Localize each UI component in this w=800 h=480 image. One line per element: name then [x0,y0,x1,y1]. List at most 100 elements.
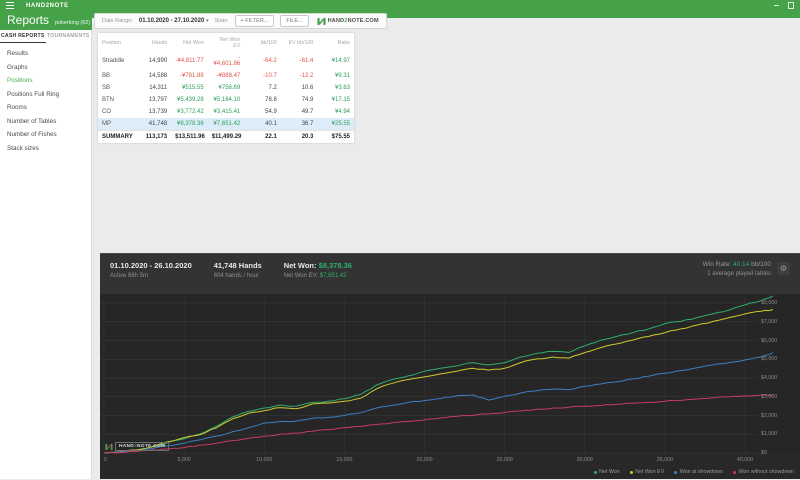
stats-label: Stats: [214,18,229,24]
table-row-summary[interactable]: SUMMARY 113,173 $13,511.96 $11,499.29 22.1 20… [98,130,354,143]
cell-summary-position: SUMMARY [98,130,135,143]
cell-btn-rake: ¥17.15 [331,97,350,103]
cell-sb-position: SB [102,85,111,91]
cell-mp-ev-bb-100: 36.7 [301,121,314,127]
filter-button[interactable]: + FILTER... [234,15,275,27]
positions-table-card: Position Hands Net Won Net Won EV bb/100 EV b… [98,33,354,143]
col-header-ev-bb-100[interactable]: EV bb/100 [281,33,318,52]
sidebar-item-number-of-tables[interactable]: Number of Tables [0,115,91,129]
y-tick-label: $1,000 [761,431,778,438]
table-row-btn[interactable]: BTN 13,797 ¥5,439.28 ¥5,164.10 78.8 74.9 ¥17.1… [98,94,354,106]
cell-straddle-net-won-ev: -¥4,601.86 [213,55,241,67]
net-won-ev-label: Net Won EV: [283,273,319,279]
table-row-straddle[interactable]: Straddle 14,990 -¥4,811.77 -¥4,601.86 -64.2 -… [98,52,354,70]
x-tick-label: 35,000 [656,457,673,463]
graph-date-range: 01.10.2020 - 26.10.2020 [110,261,192,270]
graph-date-block: 01.10.2020 - 26.10.2020 Active 66h 5m [110,261,192,294]
cell-sb-net-won: ¥515.55 [181,85,204,91]
cell-straddle-position: Straddle [102,58,125,64]
file-button[interactable]: FILE... [280,15,309,27]
x-tick-label: 10,000 [256,457,273,463]
hand2note-logo-icon [105,443,113,450]
y-tick-label: $0 [761,450,767,456]
table-row-bb[interactable]: BB 14,588 -¥781.88 -¥888.47 -10.7 -12.2 ¥9.31 [98,70,354,82]
col-header-position[interactable]: Position [98,33,135,52]
table-row-mp[interactable]: MP 41,748 ¥8,378.36 ¥7,651.42 40.1 36.7 ¥25.55 [98,118,354,131]
cell-sb-ev-bb-100: 10.6 [301,85,314,91]
cell-summary-ev-bb-100: 20.3 [280,130,318,143]
window-titlebar: HAND2NOTE [0,0,800,11]
minimize-icon[interactable] [773,4,779,7]
sidebar-item-number-of-fishes[interactable]: Number of Fishes [0,128,91,142]
cell-btn-net-won: ¥5,439.28 [176,97,204,103]
x-tick-label: 5,000 [177,457,191,463]
chart-watermark: HAND2NOTE.COM [105,442,170,451]
sidebar-item-results[interactable]: Results [0,47,91,61]
cell-summary-bb-100: 22.1 [244,130,281,143]
legend-label: Won at showdown [679,469,723,475]
legend-dot [593,470,597,474]
legend-item-net-won-ev[interactable]: Net Won EV [629,469,665,475]
legend-item-won-without-showdown[interactable]: Won without showdown [732,469,794,475]
sidebar-item-positions[interactable]: Positions [0,74,91,88]
cell-mp-rake: ¥25.55 [331,121,350,127]
cell-bb-rake: ¥9.31 [334,73,350,79]
cell-mp-position: MP [102,121,111,127]
cell-summary-net-won: $13,511.96 [171,130,208,143]
x-tick-label: 20,000 [416,457,433,463]
cell-straddle-rake: ¥14.97 [331,58,350,64]
legend-dot [674,470,678,474]
account-dropdown[interactable]: pokerking (62) ▾ [55,20,94,26]
table-row-sb[interactable]: SB 14,311 ¥515.55 ¥758.69 7.2 10.6 ¥3.63 [98,82,354,94]
cell-co-ev-bb-100: 49.7 [301,109,314,115]
avg-tables: 1 average played tables [707,271,771,277]
positions-table: Position Hands Net Won Net Won EV bb/100 EV b… [98,33,354,143]
legend-dot [732,470,736,474]
col-header-rake[interactable]: Rake [317,33,354,52]
tab-tournaments[interactable]: TOURNAMENTS [46,30,92,43]
col-header-net-won-ev[interactable]: Net Won EV [208,33,245,52]
col-header-bb-100[interactable]: bb/100 [244,33,281,52]
graph-active-time: Active 66h 5m [110,273,149,279]
sidebar-item-rooms[interactable]: Rooms [0,101,91,115]
cell-bb-hands: 14,588 [148,73,168,79]
hamburger-icon[interactable] [6,2,14,9]
cell-btn-hands: 13,797 [148,97,168,103]
win-rate-value: 40.14 [733,261,750,268]
cell-btn-bb-100: 78.8 [265,97,277,103]
graph-hands-block: 41,748 Hands 604 hands / hour [214,261,262,294]
cell-sb-bb-100: 7.2 [268,85,277,91]
sidebar-items: Results Graphs Positions Positions Full Rin… [0,47,91,155]
graph-hands-per-hour: 604 hands / hour [213,273,259,279]
sidebar-item-graphs[interactable]: Graphs [0,61,91,75]
x-tick-label: 30,000 [576,457,593,463]
report-toolbar: Date Range: 01.10.2020 - 27.10.2020 ▾ St… [94,13,387,29]
sidebar-item-positions-full-ring[interactable]: Positions Full Ring [0,88,91,102]
date-range-selector[interactable]: 01.10.2020 - 27.10.2020 ▾ [139,18,209,24]
cell-sb-hands: 14,311 [149,85,168,91]
table-row-co[interactable]: CO 13,739 ¥3,772.42 ¥3,415.41 54.9 49.7 ¥4.94 [98,106,354,118]
cell-straddle-net-won: -¥4,811.77 [175,58,204,64]
col-header-net-won[interactable]: Net Won [171,33,208,52]
cell-co-bb-100: 54.9 [265,109,277,115]
cell-bb-position: BB [102,73,111,79]
positions-graph-panel: 01.10.2020 - 26.10.2020 Active 66h 5m 41… [100,253,800,479]
y-tick-label: $4,000 [761,375,778,381]
tab-cash-reports[interactable]: CASH REPORTS [0,30,46,43]
x-tick-label: 40,000 [736,457,754,463]
maximize-icon[interactable] [787,2,794,9]
gear-icon[interactable]: ⚙ [777,262,790,275]
graph-header: 01.10.2020 - 26.10.2020 Active 66h 5m 41… [100,254,800,294]
cell-sb-rake: ¥3.63 [334,85,350,91]
cell-mp-net-won: ¥8,378.36 [176,121,204,127]
series-won-without-showdown [103,394,774,454]
win-rate-label: Win Rate: [702,261,732,268]
legend-item-won-at-showdown[interactable]: Won at showdown [674,469,723,475]
sidebar-item-stack-sizes[interactable]: Stack sizes [0,142,91,156]
page-title: Reports [7,13,50,27]
x-tick-label: 15,000 [336,457,353,463]
col-header-hands[interactable]: Hands [135,33,172,52]
legend-item-net-won[interactable]: Net Won [593,469,620,475]
legend-label: Net Won EV [635,469,665,475]
cell-co-hands: 13,739 [148,109,168,115]
